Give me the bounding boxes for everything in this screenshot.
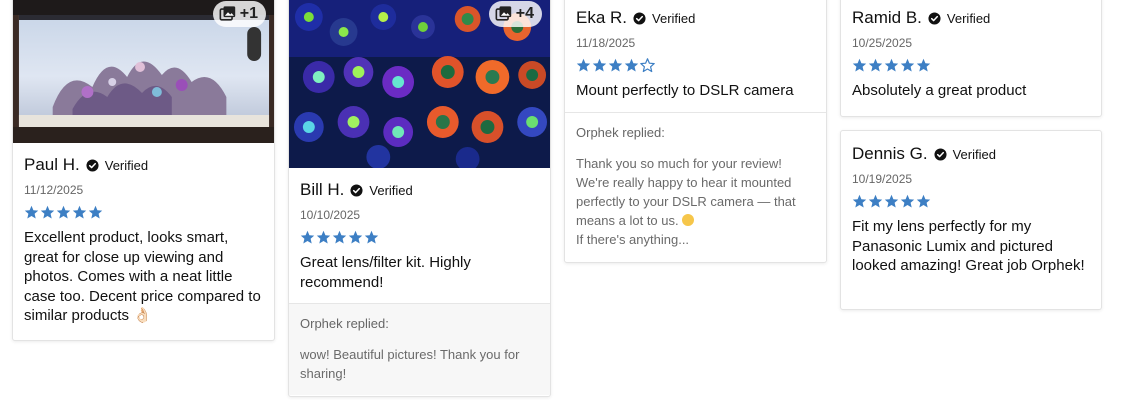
star-filled-icon: [884, 58, 899, 72]
reply-label: Orphek replied:: [300, 316, 389, 331]
verified-label: Verified: [369, 182, 413, 198]
star-filled-icon: [916, 194, 931, 208]
reviewer-name: Eka R.: [576, 8, 628, 27]
photo-count-badge[interactable]: +1: [212, 1, 266, 27]
star-filled-icon: [900, 58, 915, 72]
star-filled-icon: [24, 205, 39, 219]
review-text: Fit my lens perfectly for my Panasonic L…: [852, 218, 1085, 274]
review-card: +1 Paul H. Verified 11/12/2025 Excellent…: [12, 0, 275, 341]
star-filled-icon: [40, 205, 55, 219]
review-text: Great lens/filter kit. Highly recommend!: [300, 254, 471, 291]
star-filled-icon: [364, 230, 379, 244]
star-filled-icon: [72, 205, 87, 219]
star-filled-icon: [868, 194, 883, 208]
reviewer-name: Bill H.: [300, 180, 345, 199]
review-card: Eka R. Verified 11/18/2025 Mount perfect…: [564, 0, 827, 263]
reply-text: Thank you so much for your review! We're…: [576, 154, 815, 249]
star-rating: [852, 58, 1090, 73]
star-filled-icon: [576, 58, 591, 72]
star-filled-icon: [316, 230, 331, 244]
star-rating: [300, 230, 539, 245]
reviewer-name: Paul H.: [24, 155, 80, 174]
review-card: Ramid B. Verified 10/25/2025 Absolutely …: [840, 0, 1102, 117]
star-filled-icon: [300, 230, 315, 244]
reviewer-name: Dennis G.: [852, 144, 928, 163]
verified-check-icon: [86, 158, 99, 172]
review-text: Mount perfectly to DSLR camera: [576, 82, 794, 99]
reply-label: Orphek replied:: [576, 124, 665, 140]
review-card: +4 Bill H. Verified 10/10/2025 Great len…: [288, 0, 551, 397]
smile-emoji-icon: [681, 213, 694, 226]
star-filled-icon: [348, 230, 363, 244]
review-date: 10/19/2025: [852, 172, 913, 186]
verified-check-icon: [928, 11, 941, 25]
verified-label: Verified: [952, 146, 996, 162]
review-card: Dennis G. Verified 10/19/2025 Fit my len…: [840, 130, 1102, 310]
star-filled-icon: [608, 58, 623, 72]
verified-label: Verified: [104, 157, 149, 173]
star-filled-icon: [624, 58, 639, 72]
review-text: Absolutely a great product: [852, 82, 1027, 99]
star-filled-icon: [916, 58, 931, 72]
photo-count: +4: [515, 5, 534, 22]
review-date: 11/12/2025: [24, 183, 84, 197]
star-empty-icon: [640, 58, 655, 73]
star-filled-icon: [884, 194, 899, 208]
reply-text: wow! Beautiful pictures! Thank you for s…: [300, 347, 520, 381]
verified-check-icon: [633, 11, 646, 25]
star-rating: [852, 194, 1090, 209]
reply-text-truncated[interactable]: If there's anything...: [576, 232, 689, 247]
review-photo[interactable]: +4: [289, 0, 550, 168]
star-rating: [576, 58, 815, 73]
star-filled-icon: [56, 205, 71, 219]
review-date: 10/10/2025: [300, 208, 361, 222]
star-filled-icon: [852, 194, 867, 208]
photo-count-badge[interactable]: +4: [488, 1, 542, 27]
star-filled-icon: [332, 230, 347, 244]
review-date: 11/18/2025: [576, 36, 636, 50]
review-date: 10/25/2025: [852, 36, 913, 50]
verified-label: Verified: [652, 10, 696, 26]
merchant-reply: Orphek replied: wow! Beautiful pictures!…: [289, 303, 550, 395]
photo-gallery-icon: [219, 6, 235, 21]
star-filled-icon: [852, 58, 867, 72]
review-photo[interactable]: +1: [13, 0, 274, 143]
verified-label: Verified: [946, 10, 991, 26]
star-filled-icon: [900, 194, 915, 208]
star-filled-icon: [88, 205, 103, 219]
reviewer-name: Ramid B.: [852, 8, 922, 27]
verified-check-icon: [350, 183, 363, 197]
merchant-reply: Orphek replied: Thank you so much for yo…: [565, 111, 826, 261]
star-filled-icon: [592, 58, 607, 72]
star-rating: [24, 205, 263, 220]
review-text: Excellent product, looks smart, great fo…: [24, 229, 261, 324]
photo-gallery-icon: [495, 6, 511, 21]
verified-check-icon: [934, 147, 947, 161]
photo-count: +1: [239, 5, 258, 22]
star-filled-icon: [868, 58, 883, 72]
